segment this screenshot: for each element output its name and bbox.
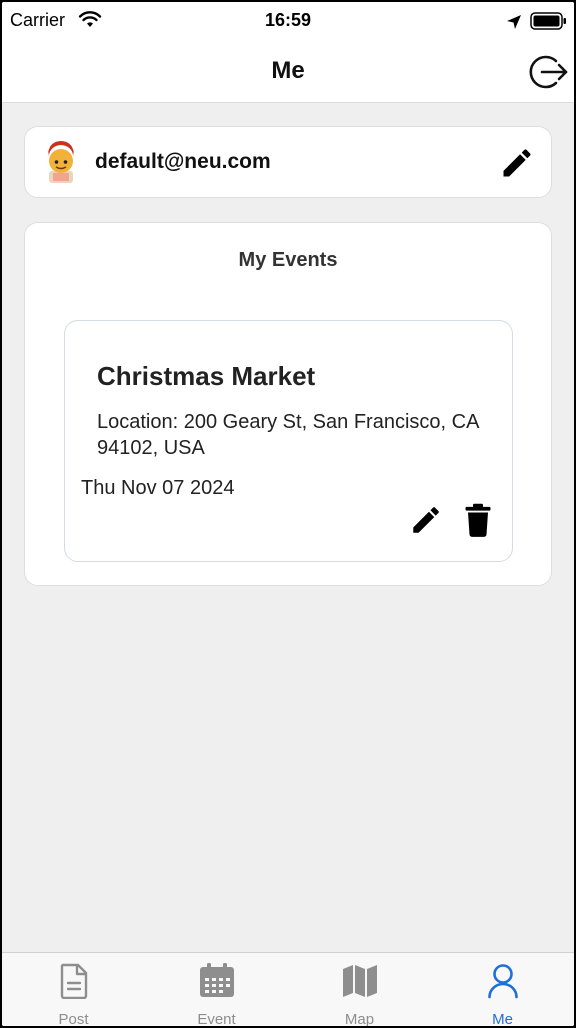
tab-bar: Post Event Map Me: [2, 952, 574, 1026]
tab-label: Me: [492, 1011, 513, 1026]
location-arrow-icon: [507, 15, 521, 29]
status-time: 16:59: [264, 10, 312, 30]
pencil-icon: [413, 507, 439, 533]
nav-bar: Me: [2, 42, 574, 103]
tab-label: Map: [344, 1011, 375, 1026]
page-title: Me: [271, 57, 305, 84]
avatar-icon: [48, 141, 74, 183]
document-icon: [60, 963, 87, 999]
tab-label: Post: [58, 1011, 89, 1026]
tab-post[interactable]: Post: [2, 953, 145, 1026]
event-location: Location: 200 Geary St, San Francisco, C…: [97, 411, 479, 459]
event-card[interactable]: Christmas Market Location: 200 Geary St,…: [64, 320, 513, 562]
my-events-section: My Events Christmas Market Location: 200…: [24, 222, 552, 586]
status-bar: Carrier 16:59: [2, 2, 574, 42]
person-icon: [487, 964, 518, 999]
map-icon: [342, 965, 377, 997]
tab-map[interactable]: Map: [288, 953, 431, 1026]
logout-button[interactable]: [526, 52, 570, 92]
trash-icon: [465, 503, 491, 537]
section-title: My Events: [238, 249, 338, 271]
edit-event-button[interactable]: [409, 503, 443, 537]
logout-icon: [529, 55, 568, 89]
tab-me[interactable]: Me: [431, 953, 574, 1026]
tab-label: Event: [197, 1011, 236, 1026]
delete-event-button[interactable]: [463, 503, 493, 537]
screen: Carrier 16:59 Me default@neu.com My Even…: [2, 2, 574, 1026]
pencil-icon: [503, 149, 531, 177]
event-date: Thu Nov 07 2024: [81, 477, 235, 499]
battery-icon: [530, 12, 566, 30]
calendar-icon: [199, 963, 234, 997]
event-name: Christmas Market: [97, 361, 316, 391]
edit-profile-button[interactable]: [499, 145, 535, 181]
tab-event[interactable]: Event: [145, 953, 288, 1026]
profile-email: default@neu.com: [95, 150, 271, 173]
profile-card: default@neu.com: [24, 126, 552, 198]
